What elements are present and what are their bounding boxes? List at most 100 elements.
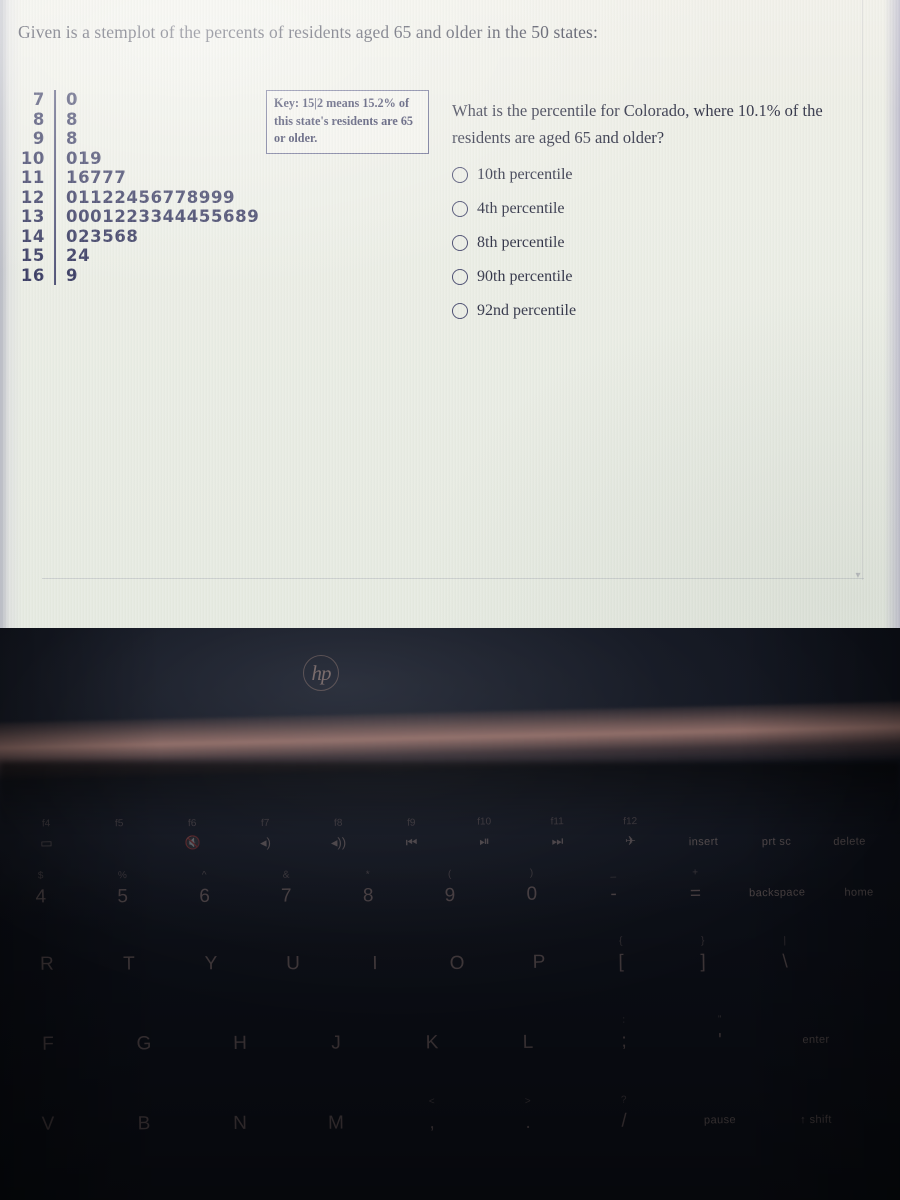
letter-key[interactable]: F <box>0 1033 96 1063</box>
key-shift-label: f8 <box>333 817 343 829</box>
answer-choice-1[interactable]: 10th percentile <box>452 158 852 192</box>
number-key[interactable]: backspace <box>736 882 818 904</box>
laptop-body: f4 ▭ f5 f6 🔇 f7 ◂) f8 ◂)) f9 ⏮ f10 ⏯ f11 ⏭ f12 ✈ insert pr… <box>0 628 900 1200</box>
letter-key[interactable]: R <box>6 953 88 984</box>
stemplot-row: 10 019 <box>16 148 259 168</box>
letter-key[interactable]: G <box>96 1032 192 1061</box>
letter-key[interactable]: Y <box>170 953 252 982</box>
number-key[interactable]: * 8 <box>327 869 409 911</box>
radio-button-icon[interactable] <box>452 303 468 319</box>
number-key[interactable]: + = <box>654 867 736 906</box>
function-key[interactable]: prt sc <box>740 831 813 851</box>
key-label: B <box>137 1113 151 1135</box>
letter-key[interactable]: ? / <box>576 1095 672 1133</box>
stemplot-stem: 11 <box>20 168 45 187</box>
answer-choice-4[interactable]: 90th percentile <box>452 260 852 294</box>
key-label: 5 <box>117 885 129 908</box>
function-key[interactable]: f6 🔇 <box>156 818 229 860</box>
radio-button-icon[interactable] <box>452 167 468 183</box>
letter-key[interactable]: B <box>96 1112 192 1140</box>
keyboard-row[interactable]: R T Y U I O P{[}] | \ <box>0 935 900 985</box>
keyboard-row[interactable]: $4% 5 ^ 6 & 7 * 8(9) 0 _ - + = backspace home <box>0 867 900 916</box>
key-word-label: backspace <box>749 886 806 900</box>
letter-key[interactable]: <, <box>384 1096 480 1136</box>
letter-key[interactable]: K <box>384 1031 480 1057</box>
key-shift-label: ) <box>529 868 534 880</box>
page-bottom-rule <box>42 578 864 579</box>
key-word-label: home <box>844 886 874 899</box>
function-key[interactable]: insert <box>667 832 740 853</box>
letter-key[interactable]: L <box>480 1031 576 1056</box>
letter-key[interactable]: pause <box>672 1110 768 1132</box>
answer-choice-3[interactable]: 8th percentile <box>452 226 852 260</box>
stemplot-stem: 16 <box>20 265 45 285</box>
key-glyph-icon: ⏭ <box>551 833 564 849</box>
letter-key[interactable]: H <box>192 1032 288 1060</box>
number-key[interactable]: $4 <box>0 870 82 916</box>
function-key[interactable]: f11 ⏭ <box>521 817 594 855</box>
function-key[interactable]: delete <box>813 831 886 850</box>
letter-key[interactable]: | \ <box>744 935 826 974</box>
letter-key[interactable]: N <box>192 1112 288 1139</box>
letter-key[interactable]: >. <box>480 1095 576 1135</box>
radio-button-icon[interactable] <box>452 201 468 217</box>
letter-key[interactable]: " ' <box>672 1015 768 1053</box>
function-key[interactable]: f9 ⏮ <box>375 817 448 858</box>
function-key[interactable]: f8 ◂)) <box>302 817 375 858</box>
answer-choice-2[interactable]: 4th percentile <box>452 192 852 226</box>
stemplot-stem: 15 <box>20 246 45 265</box>
number-key[interactable]: % 5 <box>82 870 164 915</box>
key-label: . <box>525 1111 531 1133</box>
letter-key[interactable]: }] <box>662 936 744 975</box>
letter-key[interactable]: J <box>288 1032 384 1059</box>
key-label: [ <box>618 951 624 973</box>
key-label: T <box>123 953 135 975</box>
key-label: ] <box>700 951 706 973</box>
number-key[interactable]: _ - <box>573 868 655 907</box>
key-label: F <box>42 1033 54 1055</box>
number-key[interactable]: ) 0 <box>491 868 573 908</box>
key-shift-label: } <box>700 935 705 947</box>
number-key[interactable]: & 7 <box>245 869 327 913</box>
stemplot-stem: 14 <box>20 226 45 246</box>
key-label: U <box>285 952 300 974</box>
letter-key[interactable]: I <box>334 952 416 980</box>
keyboard-row[interactable]: V B N M <, >.? / pause ↑ shift <box>0 1095 900 1142</box>
key-label: L <box>522 1031 534 1053</box>
radio-button-icon[interactable] <box>452 235 468 251</box>
letter-key[interactable]: V <box>0 1113 96 1142</box>
letter-key[interactable]: :; <box>576 1015 672 1054</box>
letter-key[interactable]: T <box>88 953 170 983</box>
function-key[interactable]: f5 <box>83 818 156 862</box>
answer-choice-label: 8th percentile <box>477 234 565 251</box>
keyboard[interactable]: f4 ▭ f5 f6 🔇 f7 ◂) f8 ◂)) f9 ⏮ f10 ⏯ f11 ⏭ f12 ✈ insert pr… <box>0 816 900 1200</box>
letter-key[interactable]: {[ <box>580 936 662 976</box>
letter-key[interactable]: ↑ shift <box>768 1109 864 1131</box>
key-label: ; <box>621 1030 627 1052</box>
answer-choice-5[interactable]: 92nd percentile <box>452 294 852 328</box>
radio-button-icon[interactable] <box>452 269 468 285</box>
function-key[interactable]: f4 ▭ <box>10 818 83 863</box>
keyboard-row[interactable]: F G H J K L:; " ' enter <box>0 1015 900 1063</box>
letter-key[interactable]: enter <box>768 1029 864 1051</box>
question-text: What is the percentile for Colorado, whe… <box>452 98 862 151</box>
key-shift-label: { <box>618 935 623 947</box>
stemplot-row: 14 023568 <box>16 226 259 246</box>
function-key[interactable]: f10 ⏯ <box>448 817 521 856</box>
key-box-line-3: or older. <box>274 131 318 146</box>
key-box-line-1: Key: 15|2 means 15.2% of <box>274 96 410 110</box>
keyboard-row[interactable]: f4 ▭ f5 f6 🔇 f7 ◂) f8 ◂)) f9 ⏮ f10 ⏯ f11 ⏭ f12 ✈ insert pr… <box>0 816 900 863</box>
question-line-1: What is the percentile for Colorado, whe… <box>452 101 823 120</box>
stemplot-row: 12 01122456778999 <box>16 187 259 207</box>
number-key[interactable]: ^ 6 <box>163 870 245 914</box>
key-shift-label: ( <box>447 868 452 880</box>
function-key[interactable]: f7 ◂) <box>229 818 302 859</box>
number-key[interactable]: (9 <box>409 868 491 910</box>
number-key[interactable]: home <box>818 882 900 903</box>
letter-key[interactable]: P <box>498 952 580 978</box>
letter-key[interactable]: M <box>288 1112 384 1138</box>
letter-key[interactable]: O <box>416 952 498 979</box>
letter-key[interactable]: U <box>252 952 334 981</box>
function-key[interactable]: f12 ✈ <box>594 816 667 854</box>
key-shift-label: f4 <box>41 818 51 830</box>
